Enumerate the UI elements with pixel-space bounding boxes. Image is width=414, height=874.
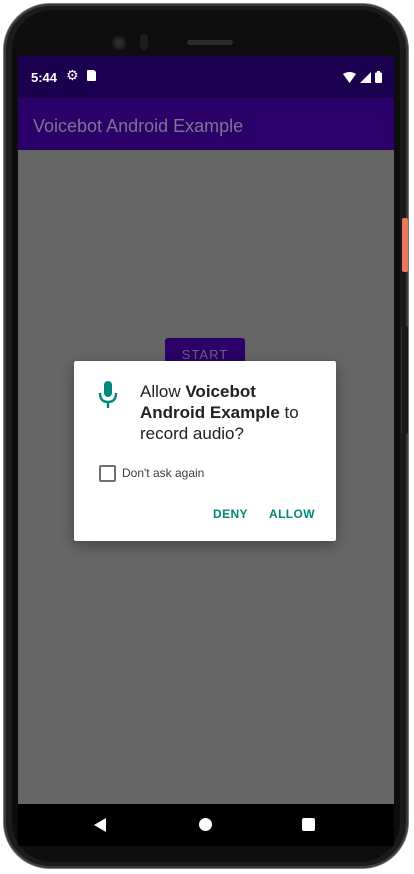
proximity-sensor: [140, 34, 148, 50]
battery-icon: [375, 70, 382, 88]
dont-ask-again-checkbox[interactable]: [99, 465, 116, 482]
recents-icon[interactable]: [302, 818, 315, 831]
sim-card-icon: [87, 70, 96, 81]
status-icons: [343, 70, 382, 88]
back-icon[interactable]: [94, 818, 106, 832]
navigation-bar: [18, 804, 394, 846]
deny-button[interactable]: DENY: [213, 507, 248, 521]
allow-button[interactable]: ALLOW: [269, 507, 315, 521]
permission-dialog: Allow Voicebot Android Example to record…: [74, 361, 336, 541]
wifi-icon: [343, 70, 356, 88]
gear-icon: ⚙: [66, 67, 79, 83]
front-camera: [109, 33, 129, 53]
volume-button[interactable]: [401, 326, 408, 434]
status-time: 5:44: [31, 70, 58, 85]
home-icon[interactable]: [199, 818, 212, 831]
app-title: Voicebot Android Example: [33, 116, 244, 136]
dialog-message-prefix: Allow: [140, 382, 186, 401]
microphone-icon: [98, 381, 118, 408]
app-bar: Voicebot Android Example: [18, 98, 394, 150]
dont-ask-again-label[interactable]: Don't ask again: [122, 466, 204, 480]
signal-icon: [360, 70, 371, 88]
dialog-message: Allow Voicebot Android Example to record…: [140, 381, 320, 444]
status-bar: 5:44 ⚙: [18, 56, 394, 98]
power-button[interactable]: [402, 218, 408, 272]
earpiece-speaker: [187, 40, 233, 45]
